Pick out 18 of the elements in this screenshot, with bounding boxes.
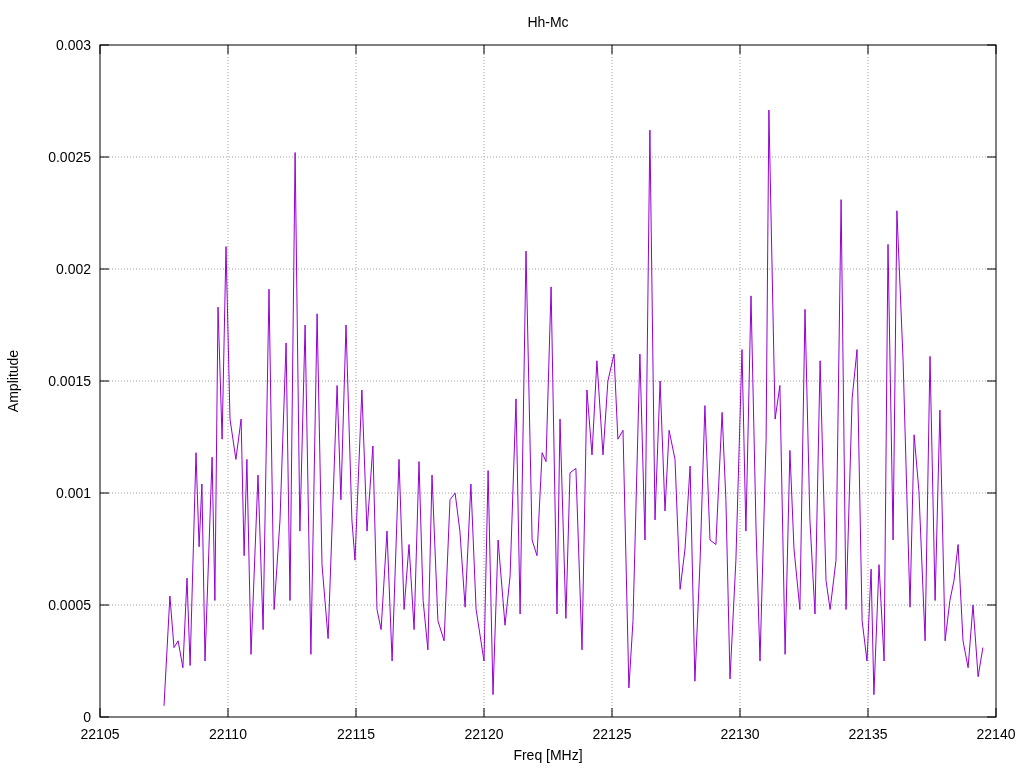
chart-title: Hh-Mc (527, 14, 569, 30)
tick-label: 0.0025 (48, 149, 91, 165)
tick-label: 0.0005 (48, 597, 91, 613)
axis-label: Freq [MHz] (513, 747, 583, 763)
tick-label: 22110 (209, 726, 247, 742)
tick-label: 0.0015 (48, 373, 91, 389)
tick-label: 0.002 (55, 261, 91, 277)
tick-label: 22120 (464, 726, 504, 742)
tick-label: 22105 (80, 726, 120, 742)
tick-label: 0 (83, 709, 91, 725)
tick-label: 22135 (848, 726, 888, 742)
tick-label: 0.001 (55, 485, 91, 501)
tick-label: 22130 (720, 726, 760, 742)
tick-label: 22140 (976, 726, 1016, 742)
axis-label: Amplitude (5, 349, 21, 413)
tick-label: 22115 (337, 726, 375, 742)
tick-label: 22125 (592, 726, 632, 742)
tick-label: 0.003 (55, 37, 91, 53)
